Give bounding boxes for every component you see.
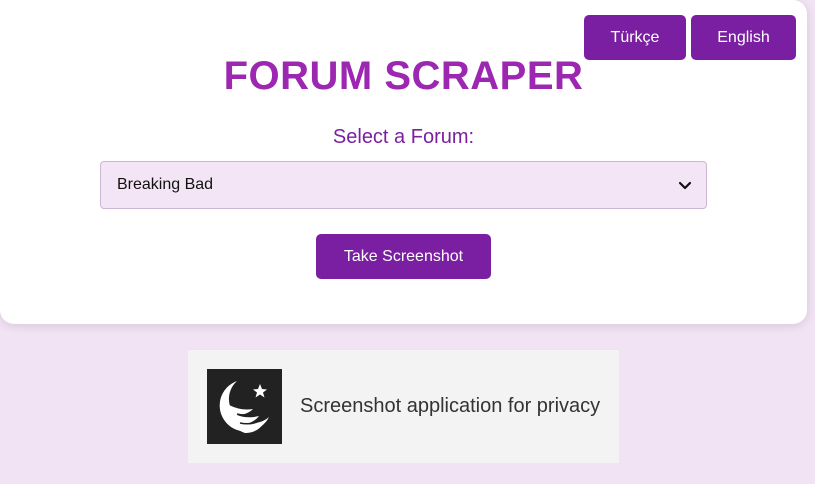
main-card: Türkçe English FORUM SCRAPER Select a Fo… — [0, 0, 807, 324]
moon-star-bird-logo-icon — [207, 369, 282, 444]
forum-select-value: Breaking Bad — [117, 176, 214, 193]
page-title: FORUM SCRAPER — [223, 54, 584, 98]
forum-select-label: Select a Forum: — [332, 126, 475, 148]
take-screenshot-button[interactable]: Take Screenshot — [316, 234, 491, 279]
chevron-down-icon — [678, 178, 692, 192]
footer-banner: Screenshot application for privacy — [188, 349, 619, 463]
forum-select[interactable]: Breaking Bad — [100, 161, 707, 209]
footer-tagline: Screenshot application for privacy — [300, 395, 601, 417]
